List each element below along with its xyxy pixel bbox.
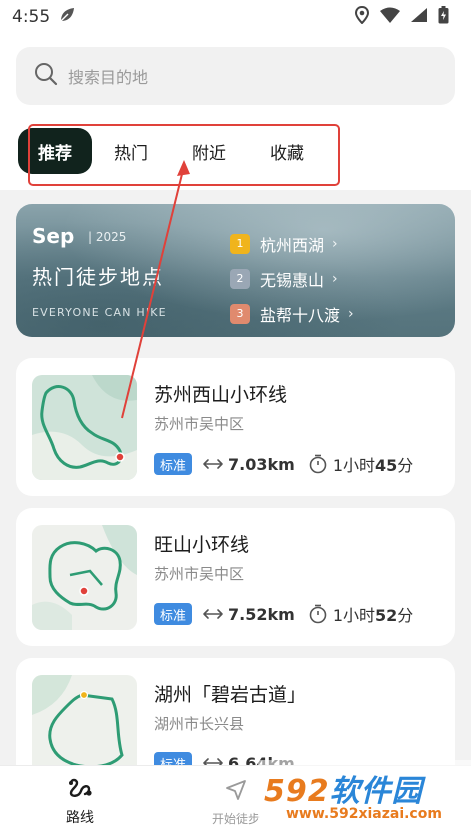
rank-badge: 1: [230, 233, 250, 254]
featured-banner[interactable]: Sep | 2025 热门徒步地点 EVERYONE CAN HIKE 1 杭州…: [16, 204, 455, 337]
route-duration: 1小时45分: [332, 456, 414, 475]
route-location: 湖州市长兴县: [154, 715, 245, 733]
wifi-icon: [380, 7, 400, 27]
difficulty-badge: 标准: [154, 453, 193, 475]
distance-icon: [202, 457, 224, 471]
chevron-right-icon: ›: [348, 305, 354, 322]
location-icon: [354, 5, 370, 28]
status-time: 4:55: [12, 7, 51, 27]
nav-start-hike-label: 开始徒步: [211, 811, 260, 826]
banner-year: | 2025: [88, 230, 127, 244]
status-bar: 4:55: [0, 0, 471, 34]
route-map-thumbnail: [32, 375, 137, 480]
search-placeholder: 搜索目的地: [68, 68, 149, 87]
rank-name: 无锡惠山: [260, 270, 325, 290]
rank-item[interactable]: 2 无锡惠山 ›: [230, 261, 354, 296]
timer-icon: [309, 454, 327, 474]
site-watermark: 592软件园 www.592xiazai.com: [258, 760, 471, 837]
route-distance: 7.52km: [228, 604, 295, 624]
rank-badge: 2: [230, 268, 250, 289]
route-duration: 1小时52分: [332, 606, 414, 625]
rank-item[interactable]: 3 盐帮十八渡 ›: [230, 296, 354, 331]
watermark-logo: 592软件园: [264, 774, 423, 809]
banner-subtitle: EVERYONE CAN HIKE: [32, 306, 167, 319]
route-location: 苏州市吴中区: [154, 415, 245, 433]
battery-icon: [438, 6, 449, 28]
timer-icon: [309, 604, 327, 624]
banner-title: 热门徒步地点: [32, 265, 164, 289]
route-meta: 标准 7.03km 1小时45分: [154, 452, 413, 476]
nav-routes[interactable]: 路线: [20, 766, 140, 837]
route-location: 苏州市吴中区: [154, 565, 245, 583]
rank-badge: 3: [230, 303, 250, 324]
rank-name: 杭州西湖: [260, 235, 325, 255]
route-card[interactable]: 苏州西山小环线 苏州市吴中区 标准 7.03km 1小时45分: [16, 358, 455, 496]
route-map-thumbnail: [32, 525, 137, 630]
signal-icon: [410, 7, 428, 27]
rank-item[interactable]: 1 杭州西湖 ›: [230, 226, 354, 261]
rank-name: 盐帮十八渡: [260, 305, 341, 325]
chevron-right-icon: ›: [332, 270, 338, 287]
distance-icon: [202, 607, 224, 621]
annotation-highlight-box: [28, 124, 340, 186]
route-title: 苏州西山小环线: [154, 384, 288, 406]
nav-routes-label: 路线: [66, 810, 94, 826]
route-title: 旺山小环线: [154, 534, 250, 556]
navigation-icon: [224, 778, 248, 806]
route-meta: 标准 7.52km 1小时52分: [154, 602, 413, 626]
route-title: 湖州「碧岩古道」: [154, 684, 307, 706]
route-distance: 7.03km: [228, 454, 295, 474]
difficulty-badge: 标准: [154, 603, 193, 625]
route-icon: [67, 777, 93, 803]
watermark-url: www.592xiazai.com: [286, 806, 442, 822]
banner-month: Sep: [32, 224, 75, 248]
popular-rank-list: 1 杭州西湖 › 2 无锡惠山 › 3 盐帮十八渡 ›: [230, 226, 354, 331]
search-input[interactable]: 搜索目的地: [16, 47, 455, 105]
route-card[interactable]: 旺山小环线 苏州市吴中区 标准 7.52km 1小时52分: [16, 508, 455, 646]
leaf-icon: [58, 6, 76, 28]
chevron-right-icon: ›: [332, 235, 338, 252]
search-icon: [34, 62, 58, 90]
